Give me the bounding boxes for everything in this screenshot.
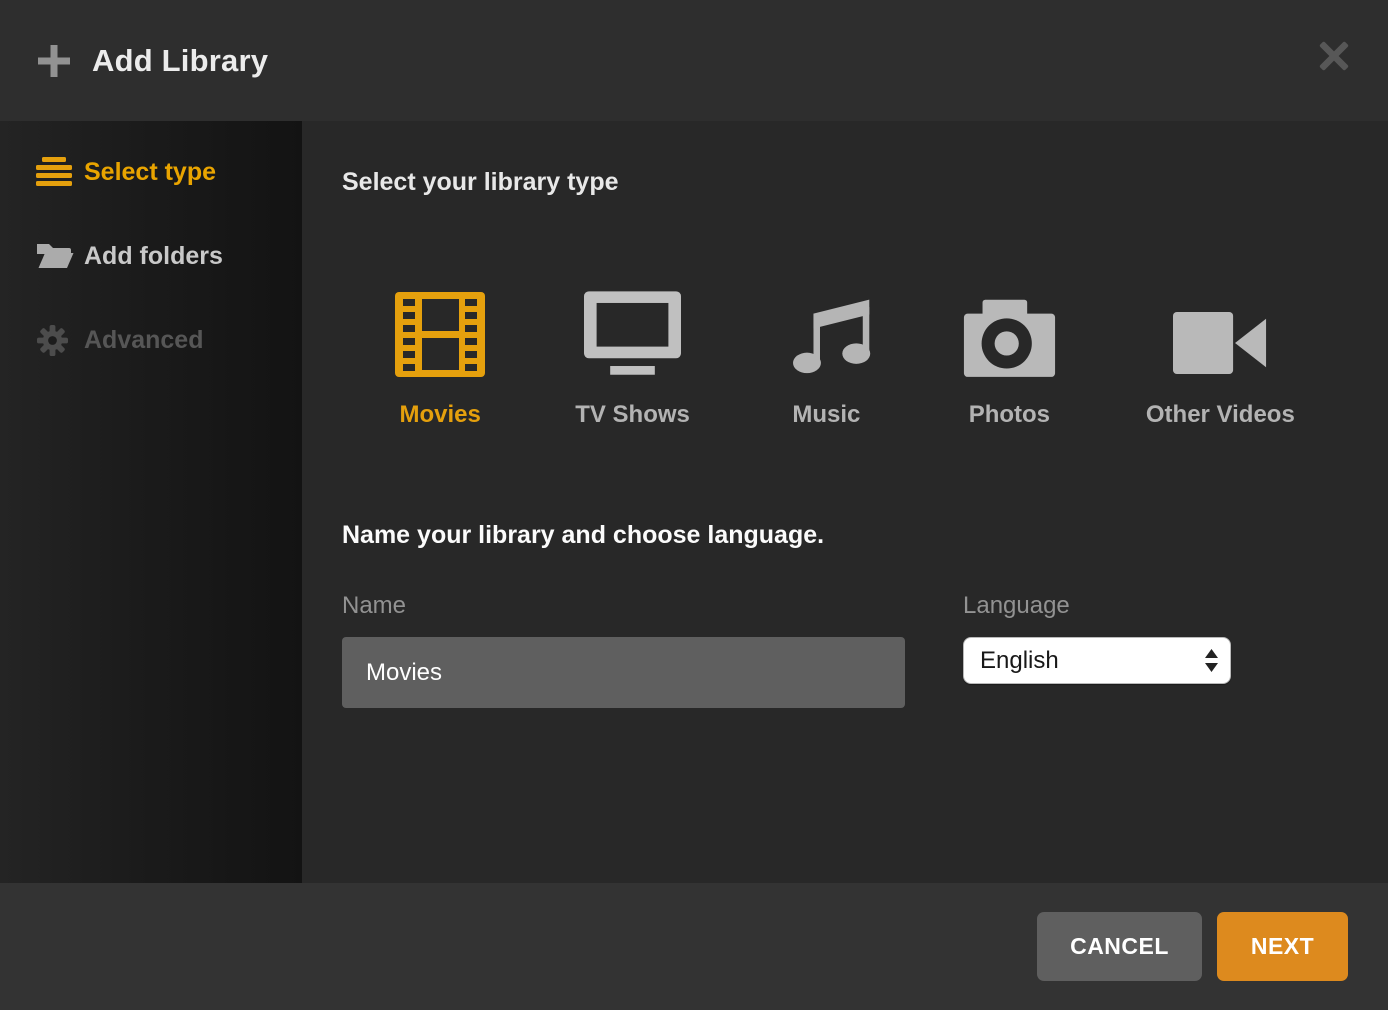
sidebar-item-label: Add folders — [84, 242, 223, 271]
library-type-movies[interactable]: Movies — [395, 289, 485, 429]
language-select-value: English — [980, 647, 1059, 675]
library-type-other-videos[interactable]: Other Videos — [1146, 289, 1295, 429]
library-type-label: Movies — [400, 401, 481, 429]
sidebar-item-select-type[interactable]: Select type — [0, 143, 302, 201]
list-lines-icon — [36, 157, 74, 187]
library-type-music[interactable]: Music — [780, 289, 873, 429]
library-type-label: Photos — [969, 401, 1050, 429]
dialog-footer: CANCEL NEXT — [0, 883, 1388, 1010]
open-folder-icon — [36, 240, 74, 272]
dialog-header: Add Library — [0, 0, 1388, 121]
camera-icon — [963, 289, 1056, 377]
name-language-heading: Name your library and choose language. — [342, 521, 824, 550]
library-type-heading: Select your library type — [342, 168, 619, 197]
music-note-icon — [780, 289, 873, 377]
select-arrows-icon — [1205, 649, 1218, 672]
language-select[interactable]: English — [963, 637, 1231, 684]
next-button[interactable]: NEXT — [1217, 912, 1348, 981]
wizard-steps-sidebar: Select type Add folders — [0, 121, 302, 883]
library-type-label: TV Shows — [575, 401, 690, 429]
library-type-photos[interactable]: Photos — [963, 289, 1056, 429]
library-type-row: Movies TV Shows — [302, 289, 1388, 429]
dialog-title: Add Library — [92, 43, 268, 79]
add-library-dialog: Add Library Select type — [0, 0, 1388, 1010]
library-type-label: Music — [792, 401, 860, 429]
plus-icon — [38, 45, 70, 77]
sidebar-item-add-folders[interactable]: Add folders — [0, 227, 302, 285]
close-icon — [1319, 41, 1349, 71]
name-field-label: Name — [342, 592, 406, 620]
sidebar-item-label: Advanced — [84, 326, 203, 355]
language-field-label: Language — [963, 592, 1070, 620]
film-strip-icon — [395, 289, 485, 377]
library-name-input[interactable] — [342, 637, 905, 708]
sidebar-item-label: Select type — [84, 158, 216, 187]
library-type-label: Other Videos — [1146, 401, 1295, 429]
tv-icon — [584, 289, 681, 377]
close-button[interactable] — [1316, 38, 1352, 74]
cancel-button[interactable]: CANCEL — [1037, 912, 1202, 981]
dialog-content: Select your library type — [302, 121, 1388, 883]
gear-icon — [36, 324, 74, 357]
video-camera-icon — [1173, 289, 1268, 377]
library-type-tv-shows[interactable]: TV Shows — [575, 289, 690, 429]
sidebar-item-advanced[interactable]: Advanced — [0, 311, 302, 369]
